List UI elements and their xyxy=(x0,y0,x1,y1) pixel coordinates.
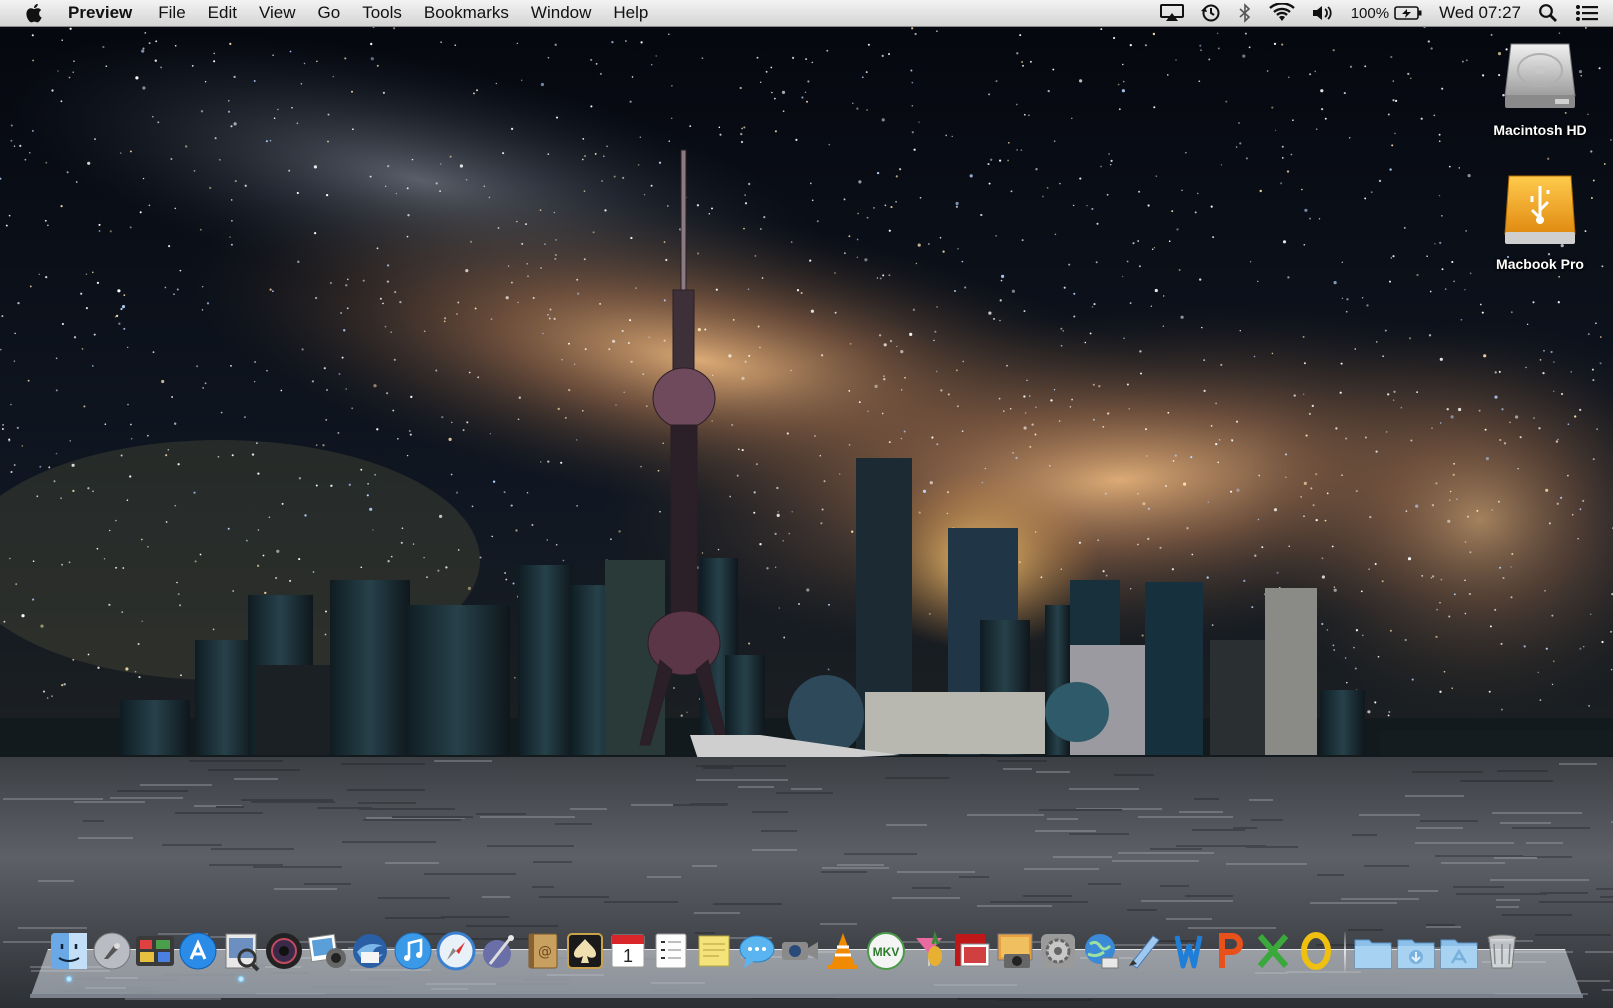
itunes-icon[interactable] xyxy=(392,930,434,972)
app-store-icon[interactable] xyxy=(177,930,219,972)
downloads-folder-icon[interactable] xyxy=(1395,930,1437,972)
status-menus: 100% Wed 07:27 xyxy=(1143,0,1599,26)
airplay-icon[interactable] xyxy=(1159,4,1184,22)
dock-separator xyxy=(1344,932,1346,972)
trash-icon[interactable] xyxy=(1481,930,1523,972)
menu-edit[interactable]: Edit xyxy=(208,3,237,23)
photo-slideshow-icon[interactable] xyxy=(951,930,993,972)
outlook-icon[interactable] xyxy=(1295,930,1337,972)
battery-charging-icon[interactable] xyxy=(1394,5,1422,21)
desktop-icon-macintosh-hd[interactable]: Macintosh HD xyxy=(1480,38,1600,138)
preview-icon[interactable] xyxy=(220,930,262,982)
word-icon[interactable] xyxy=(1166,930,1208,972)
applications-folder-icon[interactable] xyxy=(1352,930,1394,972)
excel-icon[interactable] xyxy=(1252,930,1294,972)
desktop-icon-label: Macbook Pro xyxy=(1496,256,1584,272)
address-book-icon[interactable]: @ xyxy=(521,930,563,972)
desktop-icon-label: Macintosh HD xyxy=(1493,122,1587,138)
mkv-player-icon[interactable]: MKV xyxy=(865,930,907,972)
cocktail-icon[interactable] xyxy=(908,930,950,972)
running-indicator xyxy=(238,976,244,982)
launchpad-icon[interactable] xyxy=(91,930,133,972)
safari-icon[interactable] xyxy=(435,930,477,972)
desktop-wallpaper xyxy=(0,0,1613,1008)
vlc-icon[interactable] xyxy=(822,930,864,972)
menu-app-preview[interactable]: Preview xyxy=(68,3,132,23)
menu-tools[interactable]: Tools xyxy=(362,3,402,23)
apple-logo-icon[interactable] xyxy=(24,2,46,24)
spotlight-search-icon[interactable] xyxy=(1538,3,1558,23)
volume-icon[interactable] xyxy=(1312,4,1334,22)
photo-booth-icon[interactable] xyxy=(263,930,305,972)
script-editor-icon[interactable] xyxy=(478,930,520,972)
hard-drive-icon xyxy=(1504,43,1576,108)
menu-window[interactable]: Window xyxy=(531,3,591,23)
running-indicator xyxy=(66,976,72,982)
calendar-day: 1 xyxy=(623,946,633,966)
svg-text:@: @ xyxy=(538,944,552,960)
menu-bar: Preview File Edit View Go Tools Bookmark… xyxy=(0,0,1613,27)
network-globe-icon[interactable] xyxy=(1080,930,1122,972)
battery-percent[interactable]: 100% xyxy=(1351,5,1389,22)
svg-text:MKV: MKV xyxy=(873,945,900,959)
wifi-icon[interactable] xyxy=(1268,3,1295,23)
menu-view[interactable]: View xyxy=(259,3,296,23)
time-machine-icon[interactable] xyxy=(1200,3,1221,23)
pages-writer-icon[interactable] xyxy=(1123,930,1165,972)
notification-center-icon[interactable] xyxy=(1575,3,1599,23)
desktop-icon-macbook-pro[interactable]: Macbook Pro xyxy=(1480,172,1600,272)
stickies-icon[interactable] xyxy=(693,930,735,972)
solitaire-icon[interactable] xyxy=(564,930,606,972)
documents-folder-icon[interactable] xyxy=(1438,930,1480,972)
calendar-icon[interactable]: 1 xyxy=(607,930,649,972)
menu-go[interactable]: Go xyxy=(318,3,341,23)
powerpoint-icon[interactable] xyxy=(1209,930,1251,972)
system-preferences-icon[interactable] xyxy=(1037,930,1079,972)
menu-clock[interactable]: Wed 07:27 xyxy=(1439,3,1521,23)
messages-icon[interactable] xyxy=(736,930,778,972)
dock-shelf-edge xyxy=(30,994,1583,998)
bluetooth-icon[interactable] xyxy=(1238,3,1252,23)
image-capture-icon[interactable] xyxy=(994,930,1036,972)
menu-bookmarks[interactable]: Bookmarks xyxy=(424,3,509,23)
menu-file[interactable]: File xyxy=(158,3,185,23)
mission-control-icon[interactable] xyxy=(134,930,176,972)
menu-help[interactable]: Help xyxy=(613,3,648,23)
finder-icon[interactable] xyxy=(48,930,90,982)
iphoto-icon[interactable] xyxy=(306,930,348,972)
thunderbird-icon[interactable] xyxy=(349,930,391,972)
facetime-icon[interactable] xyxy=(779,930,821,972)
reminders-icon[interactable] xyxy=(650,930,692,972)
usb-drive-icon xyxy=(1504,175,1576,244)
dock: @ 1 MKV xyxy=(48,928,1568,982)
